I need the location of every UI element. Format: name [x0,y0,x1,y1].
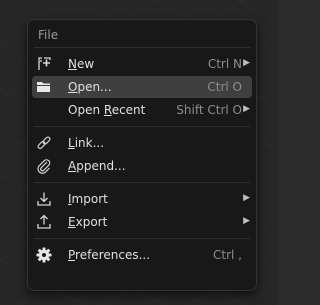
menu-item-open[interactable]: Open... Ctrl O [32,76,252,98]
menu-separator [34,126,250,127]
folder-open-icon [36,79,52,95]
menu-item-label: Link... [68,136,105,150]
shortcut-text: Ctrl N [207,57,242,71]
submenu-arrow-icon: ▶ [243,216,250,226]
import-icon [36,191,52,207]
menu-item-append[interactable]: Append... [32,155,252,177]
menu-title: File [38,28,59,42]
menu-item-label: Export [68,215,108,229]
shortcut-text: Shift Ctrl O [176,103,242,117]
export-icon [36,214,52,230]
menu-item-import[interactable]: Import ▶ [32,188,252,210]
menu-item-label: Append... [68,159,126,173]
menu-item-label: Preferences... [68,248,151,262]
gear-icon [36,247,52,263]
menu-separator [34,238,250,239]
menu-item-open-recent[interactable]: Open Recent Shift Ctrl O ▶ [32,99,252,121]
menu-item-label: Open Recent [68,103,146,117]
menu-item-link[interactable]: Link... [32,132,252,154]
menu-item-new[interactable]: New Ctrl N ▶ [32,53,252,75]
submenu-arrow-icon: ▶ [243,193,250,203]
submenu-arrow-icon: ▶ [243,58,250,68]
shortcut-text: Ctrl O [207,80,242,94]
shortcut-text: Ctrl , [213,248,242,262]
menu-item-label: Open... [68,80,112,94]
menu-item-label: New [68,57,95,71]
file-menu: File New Ctrl N ▶ Open... Ctrl O Open Re… [27,19,257,291]
new-file-icon [36,56,52,72]
append-icon [36,158,52,174]
menu-item-label: Import [68,192,108,206]
link-icon [36,135,52,151]
menu-item-preferences[interactable]: Preferences... Ctrl , [32,244,252,266]
menu-item-export[interactable]: Export ▶ [32,211,252,233]
submenu-arrow-icon: ▶ [243,104,250,114]
menu-separator [34,182,250,183]
menu-separator [34,47,250,48]
